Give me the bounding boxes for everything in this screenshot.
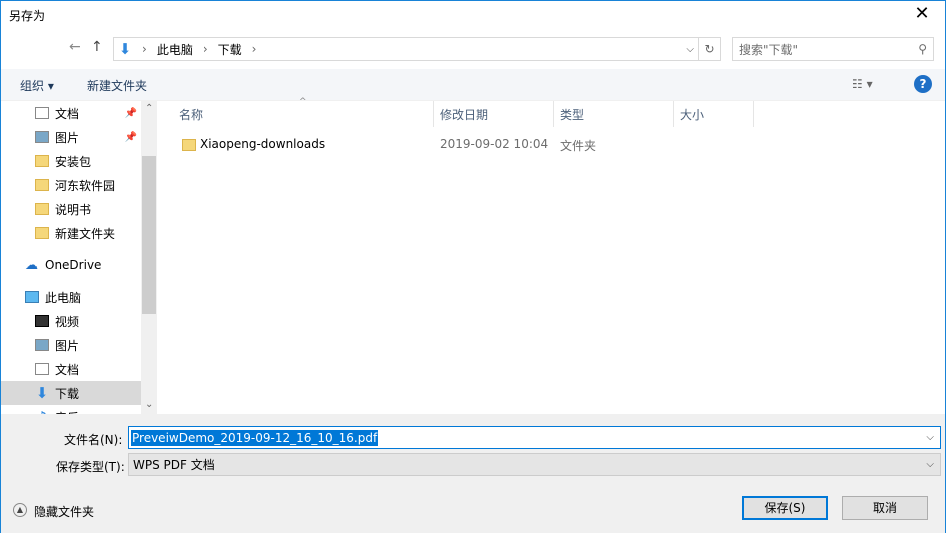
chevron-down-icon[interactable]: ⌵ [686,44,694,55]
close-button[interactable]: ✕ [907,3,937,24]
navigation-pane: 文档 📌 图片 📌 安装包 河东软件园 说明书 新建文件夹 ☁ OneDrive 此电脑 视频 图片 文档… [1,101,157,414]
sidebar-item[interactable]: ⬇ 下载 [1,381,141,405]
save-button[interactable]: 保存(S) [742,496,828,520]
dl-icon: ⬇ [35,384,49,402]
pic-icon [35,131,49,143]
breadcrumb-pc[interactable]: 此电脑 [157,41,193,58]
sidebar-item[interactable]: 河东软件园 [1,173,141,197]
sidebar-item[interactable]: 图片 [1,333,141,357]
pin-icon[interactable]: 📌 [125,132,137,143]
file-name: Xiaopeng-downloads [200,137,326,151]
sidebar-item-label: 此电脑 [45,290,82,305]
window-title: 另存为 [9,9,46,23]
breadcrumb-downloads[interactable]: 下载 [218,41,242,58]
pic-icon [35,339,49,351]
sidebar-item[interactable]: 安装包 [1,149,141,173]
folder-icon [35,227,49,239]
sidebar-item[interactable]: ♪音乐 [1,405,141,414]
sidebar-item[interactable]: ☁ OneDrive [1,253,141,277]
cancel-button[interactable]: 取消 [842,496,928,520]
folder-icon [35,155,49,167]
sidebar-item-label: OneDrive [45,258,102,272]
folder-icon [35,203,49,215]
sidebar-item[interactable]: 此电脑 [1,285,141,309]
collapse-icon[interactable]: ▲ [13,503,27,517]
sort-arrow-icon: ^ [299,97,307,107]
refresh-button[interactable]: ↻ [699,37,721,61]
help-button[interactable]: ? [914,75,932,93]
folder-icon [182,139,196,151]
sidebar-item[interactable]: 文档 📌 [1,101,141,125]
filetype-label: 保存类型(T): [56,460,125,474]
sidebar-item-label: 文档 [55,362,80,377]
chevron-down-icon[interactable]: ⌵ [926,432,934,443]
doc-icon [35,107,49,119]
scrollbar-thumb[interactable] [142,156,156,314]
filename-input[interactable]: PreveiwDemo_2019-09-12_16_10_16.pdf ⌵ [128,426,941,449]
back-button[interactable]: ← [69,39,81,55]
filename-label: 文件名(N): [64,433,123,447]
column-date[interactable]: 修改日期 [434,101,554,127]
folder-icon [35,179,49,191]
sidebar-item-label: 安装包 [55,154,92,169]
sidebar-item-label: 说明书 [55,202,92,217]
vid-icon [35,315,49,327]
sidebar-item-label: 河东软件园 [55,178,116,193]
sidebar-item-label: 图片 [55,130,80,145]
scroll-down-icon[interactable]: ⌄ [145,399,153,410]
sidebar-item[interactable]: 新建文件夹 [1,221,141,245]
hide-folders-button[interactable]: 隐藏文件夹 [34,503,94,520]
doc-icon [35,363,49,375]
up-button[interactable]: ↑ [91,39,103,55]
pin-icon[interactable]: 📌 [125,108,137,119]
file-date: 2019-09-02 10:04 [440,137,549,151]
sidebar-item[interactable]: 说明书 [1,197,141,221]
chevron-down-icon: ⌵ [926,459,934,470]
download-icon: ⬇ [118,40,132,58]
sidebar-item-label: 图片 [55,338,80,353]
address-bar[interactable]: ⬇ › 此电脑 › 下载 › ⌵ [113,37,699,61]
filetype-select[interactable]: WPS PDF 文档 ⌵ [128,453,941,476]
file-row[interactable]: Xiaopeng-downloads 2019-09-02 10:04 文件夹 [173,133,733,157]
sidebar-item-label: 下载 [55,386,80,401]
column-size[interactable]: 大小 [674,101,754,127]
pc-icon [25,291,39,303]
sidebar-item[interactable]: 文档 [1,357,141,381]
sidebar-item-label: 文档 [55,106,80,121]
scroll-up-icon[interactable]: ⌃ [145,103,153,114]
file-type: 文件夹 [560,139,597,153]
sidebar-item-label: 新建文件夹 [55,226,116,241]
sidebar-item[interactable]: 图片 📌 [1,125,141,149]
view-options-button[interactable]: ☷ ▾ [852,77,873,91]
sidebar-item[interactable]: 视频 [1,309,141,333]
search-icon: ⚲ [918,42,927,56]
organize-button[interactable]: 组织 ▾ [20,77,54,94]
search-input[interactable]: 搜索"下载" ⚲ [732,37,934,61]
cloud-icon: ☁ [25,257,38,273]
new-folder-button[interactable]: 新建文件夹 [87,77,147,94]
column-type[interactable]: 类型 [554,101,674,127]
sidebar-item-label: 视频 [55,314,80,329]
